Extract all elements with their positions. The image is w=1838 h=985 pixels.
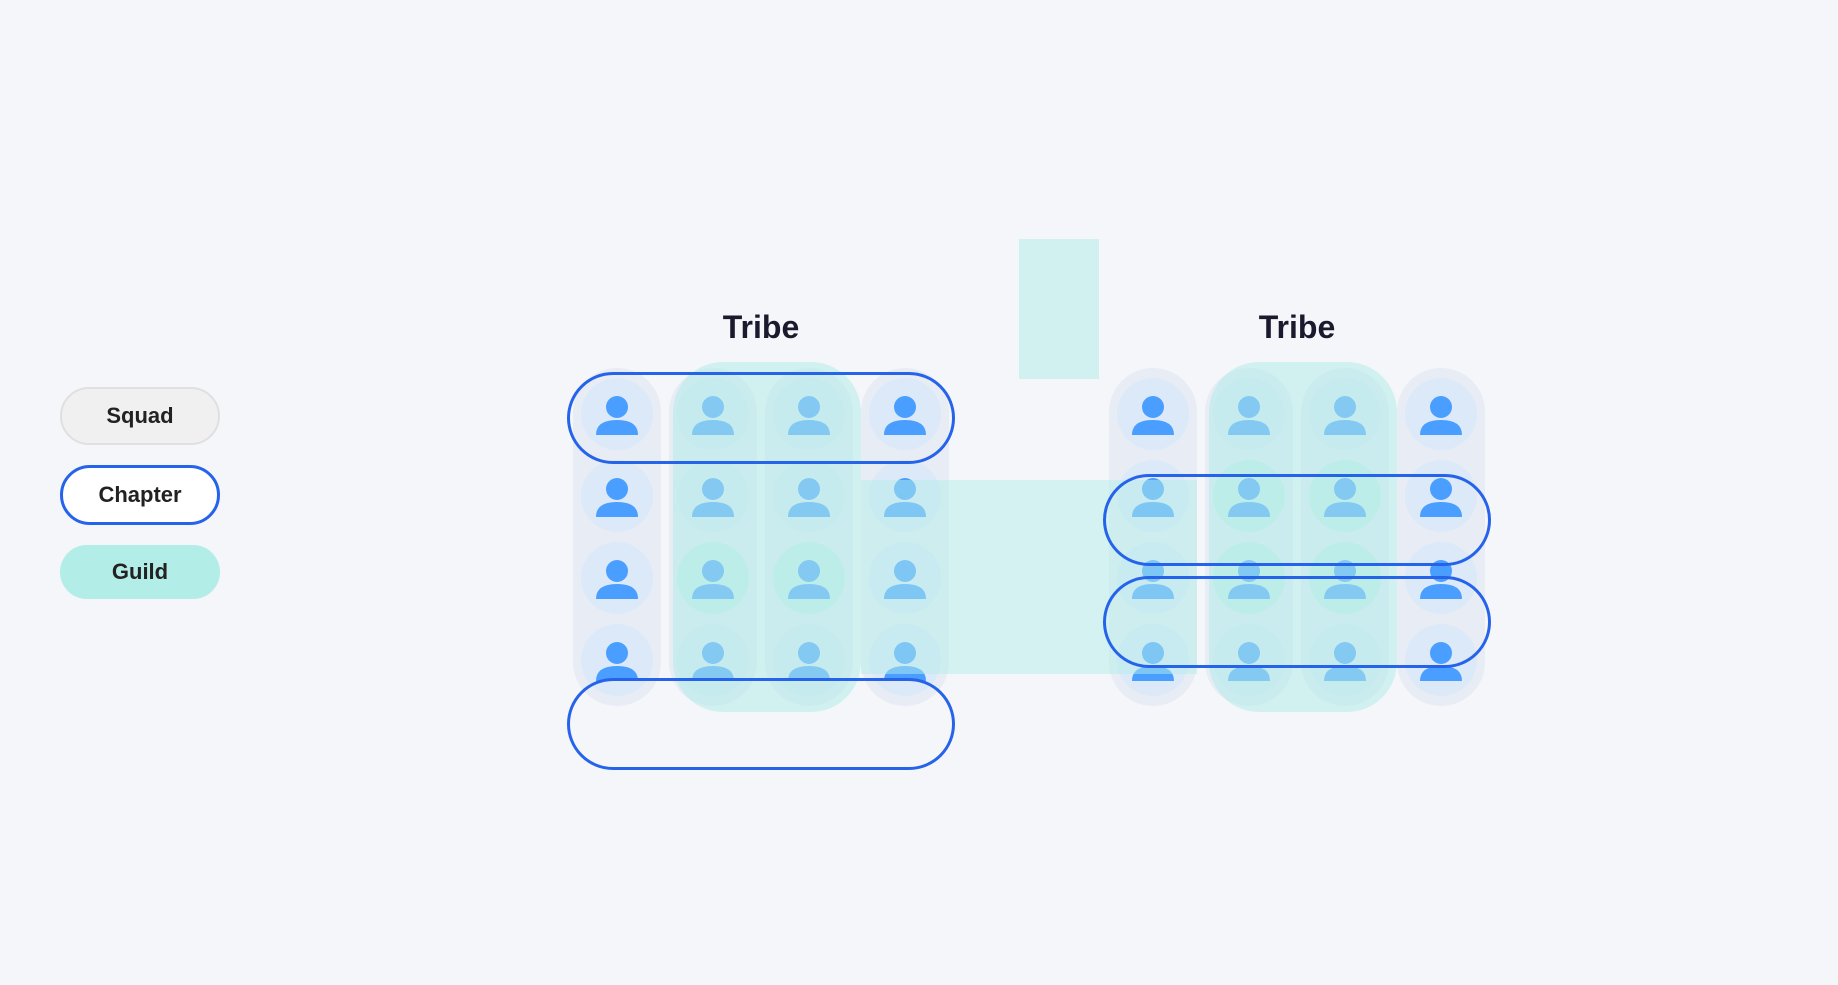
tribe1-squad2 <box>669 368 757 706</box>
tribe1-squad3 <box>765 368 853 706</box>
avatar <box>1213 624 1285 696</box>
avatar-guild <box>1309 542 1381 614</box>
tribe1-squads-row <box>573 368 949 706</box>
avatar <box>581 542 653 614</box>
avatar <box>1309 624 1381 696</box>
avatar <box>869 624 941 696</box>
page-container: Squad Chapter Guild Tribe <box>0 0 1838 985</box>
avatar <box>581 624 653 696</box>
avatar <box>1117 460 1189 532</box>
legend-chapter: Chapter <box>60 465 220 525</box>
legend: Squad Chapter Guild <box>60 387 220 599</box>
avatar <box>581 378 653 450</box>
avatar <box>581 460 653 532</box>
legend-guild-label: Guild <box>112 559 168 585</box>
avatar <box>869 378 941 450</box>
legend-chapter-label: Chapter <box>98 482 181 508</box>
avatar <box>773 460 845 532</box>
avatar <box>677 624 749 696</box>
avatar <box>1405 378 1477 450</box>
avatar-guild <box>1213 542 1285 614</box>
tribe1-squad4 <box>861 368 949 706</box>
avatar <box>1213 378 1285 450</box>
tribe1-title: Tribe <box>723 309 799 346</box>
avatar <box>1309 378 1381 450</box>
avatar <box>1117 378 1189 450</box>
avatar-guild <box>677 542 749 614</box>
avatar <box>773 378 845 450</box>
tribe1-block: Tribe <box>573 309 949 706</box>
legend-guild: Guild <box>60 545 220 599</box>
avatar <box>869 542 941 614</box>
tribe1-squad1 <box>573 368 661 706</box>
avatar <box>1117 542 1189 614</box>
tribe2-title: Tribe <box>1259 309 1335 346</box>
tribe2-squads-row <box>1109 368 1485 706</box>
avatar <box>677 378 749 450</box>
tribe2-grid <box>1109 368 1485 706</box>
tribe2-squad3 <box>1301 368 1389 706</box>
avatar <box>1117 624 1189 696</box>
legend-squad-label: Squad <box>106 403 173 429</box>
guild-bridge-svg <box>1019 159 1099 459</box>
avatar <box>677 460 749 532</box>
avatar-guild <box>773 542 845 614</box>
tribe2-squad1 <box>1109 368 1197 706</box>
avatar-guild <box>1309 460 1381 532</box>
avatar <box>869 460 941 532</box>
avatar-guild <box>1213 460 1285 532</box>
avatar <box>1405 542 1477 614</box>
avatar <box>1405 460 1477 532</box>
tribe1-grid <box>573 368 949 706</box>
legend-squad: Squad <box>60 387 220 445</box>
diagrams-container: Tribe <box>573 309 1485 706</box>
avatar <box>773 624 845 696</box>
avatar <box>1405 624 1477 696</box>
tribe2-block: Tribe <box>1109 309 1485 706</box>
tribe2-squad4 <box>1397 368 1485 706</box>
tribe2-squad2 <box>1205 368 1293 706</box>
